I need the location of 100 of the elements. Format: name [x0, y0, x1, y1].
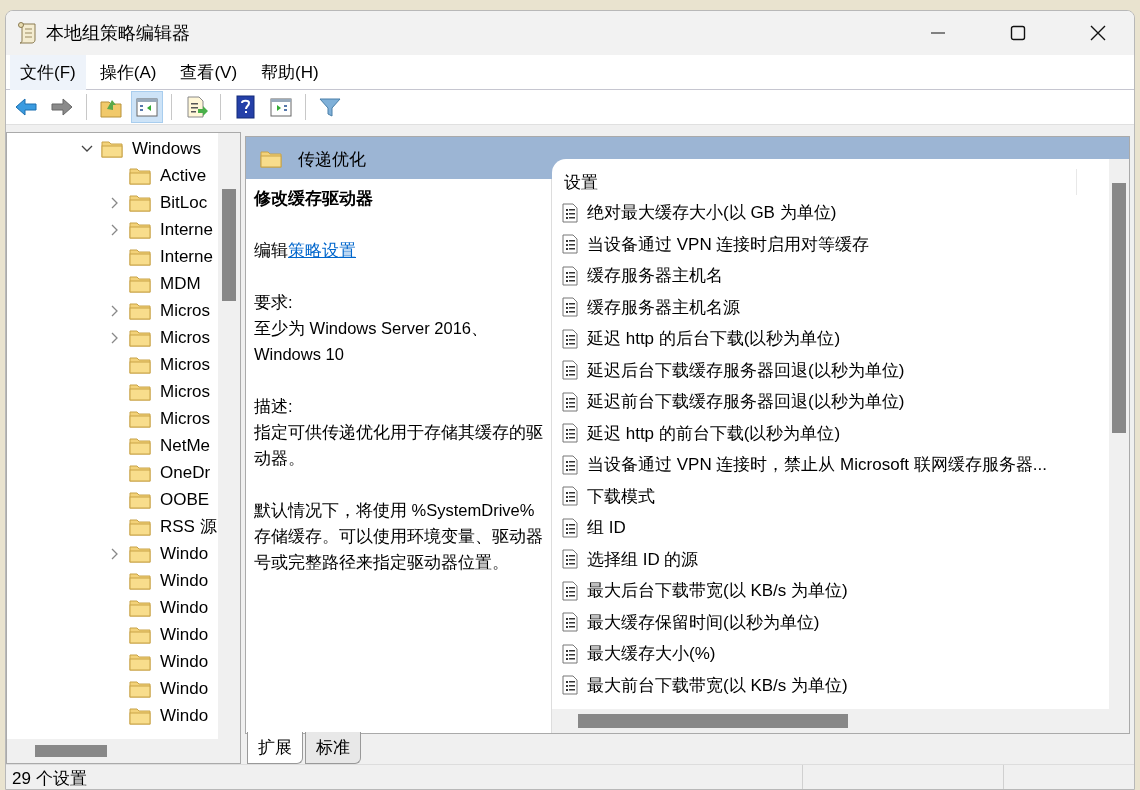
chevron-right-icon[interactable] — [111, 223, 119, 236]
tree-item[interactable]: NetMe — [160, 435, 211, 456]
setting-icon — [562, 486, 578, 507]
tree-item[interactable]: Micros — [160, 408, 211, 429]
view-tab[interactable]: 扩展 — [247, 732, 303, 764]
setting-item[interactable]: 当设备通过 VPN 连接时，禁止从 Microsoft 联网缓存服务器... — [587, 453, 1047, 477]
tree-item[interactable]: Windo — [160, 678, 209, 699]
close-icon — [1090, 25, 1106, 41]
setting-icon — [562, 391, 578, 412]
folder-icon — [129, 463, 151, 482]
chevron-right-icon[interactable] — [111, 547, 119, 560]
menu-item[interactable]: 文件(F) — [10, 54, 86, 90]
tree-item[interactable]: Micros — [160, 381, 211, 402]
pane-icon — [269, 95, 293, 119]
setting-item[interactable]: 延迟前台下载缓存服务器回退(以秒为单位) — [587, 390, 905, 414]
folder-icon — [129, 706, 151, 725]
tree-item[interactable]: OneDr — [160, 462, 211, 483]
policy-settings-link[interactable]: 策略设置 — [288, 241, 356, 259]
tree-item[interactable]: Windo — [160, 543, 209, 564]
tree-item[interactable]: Micros — [160, 354, 211, 375]
setting-icon — [562, 612, 578, 633]
section-label: 要求: — [254, 292, 294, 313]
setting-item[interactable]: 当设备通过 VPN 连接时启用对等缓存 — [587, 232, 870, 256]
chevron-right-icon[interactable] — [111, 331, 119, 344]
setting-item[interactable]: 缓存服务器主机名 — [587, 264, 723, 288]
folder-icon — [129, 598, 151, 617]
setting-item[interactable]: 缓存服务器主机名源 — [587, 295, 740, 319]
tree-item[interactable]: OOBE — [160, 489, 210, 510]
menu-item[interactable]: 查看(V) — [170, 54, 248, 90]
tree-item[interactable]: MDM — [160, 273, 201, 294]
scrollbar[interactable] — [218, 133, 240, 739]
scroll-thumb[interactable] — [222, 189, 236, 301]
setting-item[interactable]: 绝对最大缓存大小(以 GB 为单位) — [587, 201, 837, 225]
window-title: 本地组策略编辑器 — [46, 22, 191, 45]
forward-arrow-icon — [50, 95, 74, 119]
scroll-thumb[interactable] — [35, 745, 107, 757]
pane-toggle-button[interactable] — [131, 91, 163, 123]
setting-item[interactable]: 延迟后台下载缓存服务器回退(以秒为单位) — [587, 358, 905, 382]
column-header[interactable]: 设置 — [564, 170, 598, 194]
folder-icon — [129, 544, 151, 563]
view-tab[interactable]: 标准 — [305, 732, 361, 764]
setting-icon — [562, 643, 578, 664]
setting-icon — [562, 234, 578, 255]
tree-item[interactable]: Windo — [160, 570, 209, 591]
setting-item[interactable]: 最大缓存大小(%) — [587, 642, 716, 666]
description-text: 默认情况下，将使用 %SystemDrive% 存储缓存。可以使用环境变量、驱动器号或完整路径来指定驱动器位置。 — [254, 500, 543, 573]
scrollbar[interactable] — [552, 709, 1109, 733]
maximize-icon — [1010, 25, 1026, 41]
scroll-thumb[interactable] — [578, 714, 848, 728]
scroll-thumb[interactable] — [1112, 183, 1126, 433]
setting-item[interactable]: 延迟 http 的前台下载(以秒为单位) — [587, 421, 841, 445]
setting-item[interactable]: 最大前台下载带宽(以 KB/s 为单位) — [587, 673, 848, 697]
tree-item[interactable]: Windows — [132, 138, 201, 159]
setting-item[interactable]: 下载模式 — [587, 484, 655, 508]
tree-item[interactable]: Active — [160, 165, 207, 186]
setting-icon — [562, 297, 578, 318]
setting-item[interactable]: 组 ID — [587, 516, 626, 540]
folder-icon — [129, 436, 151, 455]
folder-icon — [129, 355, 151, 374]
tree-item[interactable]: RSS 源 — [160, 515, 217, 538]
setting-icon — [562, 549, 578, 570]
folder-icon — [129, 247, 151, 266]
chevron-right-icon[interactable] — [111, 196, 119, 209]
folder-icon — [101, 139, 123, 158]
setting-icon — [562, 265, 578, 286]
tree-item[interactable]: Windo — [160, 597, 209, 618]
menu-item[interactable]: 帮助(H) — [251, 54, 329, 90]
chevron-down-icon[interactable] — [81, 144, 93, 153]
tree-item[interactable]: Interne — [160, 246, 213, 267]
setting-item[interactable]: 最大缓存保留时间(以秒为单位) — [587, 610, 820, 634]
setting-item[interactable]: 最大后台下载带宽(以 KB/s 为单位) — [587, 579, 848, 603]
folder-icon — [129, 328, 151, 347]
tree-item[interactable]: Windo — [160, 705, 209, 726]
status-text: 29 个设置 — [11, 768, 88, 789]
folder-icon — [129, 301, 151, 320]
setting-icon — [562, 675, 578, 696]
tree-item[interactable]: Micros — [160, 300, 211, 321]
scrollbar[interactable] — [1109, 159, 1129, 733]
setting-icon — [562, 328, 578, 349]
setting-icon — [562, 423, 578, 444]
tree-item[interactable]: Windo — [160, 624, 209, 645]
folder-icon — [129, 571, 151, 590]
setting-icon — [562, 202, 578, 223]
setting-icon — [562, 454, 578, 475]
tree-item[interactable]: Windo — [160, 651, 209, 672]
folder-icon — [260, 150, 282, 168]
tree-item[interactable]: Interne — [160, 219, 213, 240]
tree-item[interactable]: Micros — [160, 327, 211, 348]
setting-item[interactable]: 选择组 ID 的源 — [587, 547, 699, 571]
scrollbar[interactable] — [7, 739, 240, 763]
tree-item[interactable]: BitLoc — [160, 192, 208, 213]
chevron-right-icon[interactable] — [111, 304, 119, 317]
requirements-text: 至少为 Windows Server 2016、Windows 10 — [254, 318, 489, 365]
folder-icon — [129, 409, 151, 428]
filter-icon — [318, 95, 342, 119]
setting-icon — [562, 360, 578, 381]
setting-item[interactable]: 延迟 http 的后台下载(以秒为单位) — [587, 327, 841, 351]
folder-icon — [129, 274, 151, 293]
folder-icon — [129, 382, 151, 401]
menu-item[interactable]: 操作(A) — [89, 54, 167, 90]
